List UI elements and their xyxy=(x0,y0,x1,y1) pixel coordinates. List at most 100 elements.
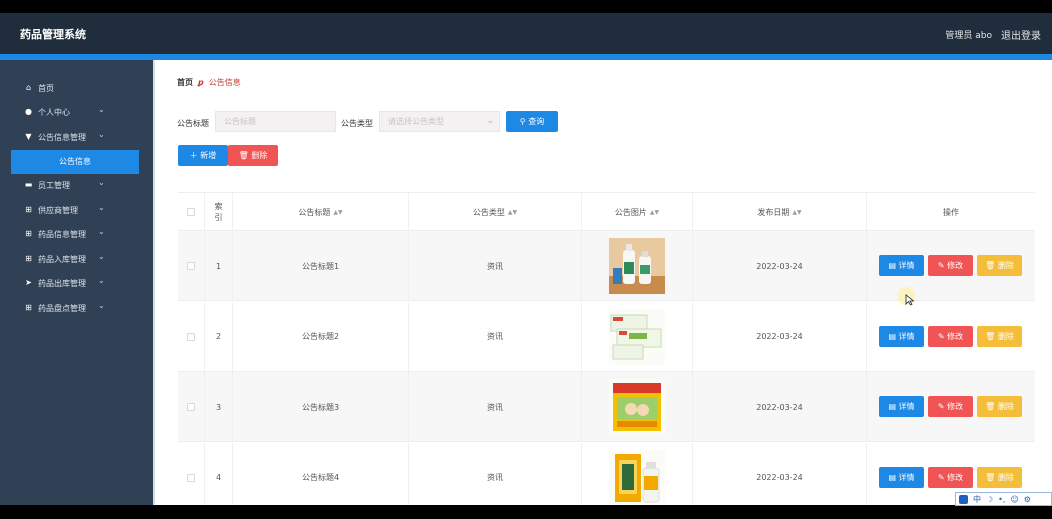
sidebar-item[interactable]: ⊞ 药品信息管理 ⌄ xyxy=(0,223,153,245)
row-title: 公告标题1 xyxy=(233,231,409,301)
edit-button[interactable]: ✎ 修改 xyxy=(928,255,973,276)
sort-icon: ▲▼ xyxy=(507,208,518,216)
detail-button[interactable]: ▤ 详情 xyxy=(879,466,924,488)
row-image-cell xyxy=(582,231,693,301)
sidebar-item-label: 个人中心 xyxy=(38,108,70,117)
sidebar-item[interactable]: ▬ 员工管理 ⌄ xyxy=(0,174,153,196)
notice-image[interactable] xyxy=(609,308,665,365)
emoji-icon[interactable]: ☺ xyxy=(1010,495,1018,504)
row-image-cell xyxy=(582,372,693,442)
staff-icon: ▬ xyxy=(24,180,33,189)
table-row[interactable]: 4 公告标题4 资讯 2022-03-24 ▤ 详情 ✎ 修改 🗑 删除 xyxy=(178,442,1035,505)
settings-icon[interactable]: ⚙ xyxy=(1024,495,1031,504)
add-button-label: 新增 xyxy=(200,151,217,160)
col-date[interactable]: 发布日期 ▲▼ xyxy=(693,193,867,231)
sidebar-item[interactable]: ▼ 公告信息管理 ⌄ xyxy=(0,126,153,148)
document-icon: ▤ xyxy=(888,331,899,341)
col-title[interactable]: 公告标题 ▲▼ xyxy=(233,193,409,231)
row-checkbox[interactable] xyxy=(187,473,195,482)
row-delete-button[interactable]: 🗑 删除 xyxy=(977,396,1022,417)
row-actions: ▤ 详情 ✎ 修改 🗑 删除 xyxy=(867,231,1035,301)
col-title-label: 公告标题 xyxy=(298,207,331,217)
chevron-down-icon: ⌄ xyxy=(98,227,105,236)
row-delete-label: 删除 xyxy=(997,402,1014,411)
sidebar-item[interactable]: ⊞ 供应商管理 ⌄ xyxy=(0,199,153,221)
ime-logo-icon xyxy=(959,494,968,504)
table-row[interactable]: 3 公告标题3 资讯 2022-03-24 ▤ 详情 ✎ 修改 🗑 删除 xyxy=(178,372,1035,442)
breadcrumb-current: 公告信息 xyxy=(208,78,241,87)
ime-language[interactable]: 中 xyxy=(973,494,981,505)
batch-delete-label: 删除 xyxy=(251,151,268,160)
sidebar-item-label: 药品出库管理 xyxy=(38,279,86,288)
chevron-down-icon: ⌄ xyxy=(98,252,105,261)
row-checkbox[interactable] xyxy=(187,332,195,341)
logout-button[interactable]: 退出登录 xyxy=(1001,27,1041,42)
row-type: 资讯 xyxy=(409,301,582,372)
title-filter-input[interactable]: 公告标题 xyxy=(215,111,336,132)
punctuation-icon[interactable]: •, xyxy=(998,495,1005,504)
row-date: 2022-03-24 xyxy=(693,372,867,442)
mouse-cursor-icon xyxy=(905,294,915,306)
detail-button[interactable]: ▤ 详情 xyxy=(879,255,924,276)
col-type[interactable]: 公告类型 ▲▼ xyxy=(409,193,582,231)
row-delete-button[interactable]: 🗑 删除 xyxy=(977,466,1022,488)
row-checkbox[interactable] xyxy=(187,262,195,270)
grid-icon: ⊞ xyxy=(25,254,32,263)
trash-icon: 🗑 xyxy=(238,151,249,160)
breadcrumb: 首页 ꝑ 公告信息 xyxy=(177,77,241,88)
col-image[interactable]: 公告图片 ▲▼ xyxy=(582,193,693,231)
col-index-label: 索引 xyxy=(214,202,223,222)
edit-button[interactable]: ✎ 修改 xyxy=(928,466,973,488)
sort-icon: ▲▼ xyxy=(792,208,802,216)
sort-icon: ▲▼ xyxy=(333,208,343,216)
select-all-checkbox[interactable] xyxy=(187,208,195,216)
type-filter-select[interactable]: 请选择公告类型 ⌄ xyxy=(379,111,500,132)
sidebar-item[interactable]: ⊞ 药品盘点管理 ⌄ xyxy=(0,297,153,319)
row-title: 公告标题4 xyxy=(233,442,409,505)
row-actions: ▤ 详情 ✎ 修改 🗑 删除 xyxy=(867,302,1035,372)
chevron-down-icon: ⌄ xyxy=(98,301,105,310)
trash-icon: 🗑 xyxy=(985,331,998,341)
row-image-cell xyxy=(582,301,693,372)
detail-button[interactable]: ▤ 详情 xyxy=(879,325,924,347)
sidebar-item-label: 药品盘点管理 xyxy=(38,304,86,313)
detail-button[interactable]: ▤ 详情 xyxy=(879,396,924,417)
trash-icon: 🗑 xyxy=(985,261,998,270)
trash-icon: 🗑 xyxy=(985,402,998,411)
edit-button-label: 修改 xyxy=(947,472,964,482)
row-checkbox[interactable] xyxy=(187,403,195,411)
detail-button-label: 详情 xyxy=(898,331,915,341)
col-index[interactable]: 索引 xyxy=(205,193,233,231)
row-delete-label: 删除 xyxy=(997,472,1014,482)
ime-toolbar[interactable]: 中 ☽ •, ☺ ⚙ xyxy=(955,492,1052,506)
sidebar-item[interactable]: ⊞ 药品入库管理 ⌄ xyxy=(0,248,153,270)
type-filter-label: 公告类型 xyxy=(341,119,373,128)
top-bar: 药品管理系统 管理员 abo 退出登录 xyxy=(0,13,1052,54)
row-delete-button[interactable]: 🗑 删除 xyxy=(977,325,1022,347)
batch-delete-button[interactable]: 🗑 删除 xyxy=(228,145,278,166)
sort-icon: ▲▼ xyxy=(649,208,660,216)
row-type: 资讯 xyxy=(409,372,582,442)
sidebar-item-label: 药品入库管理 xyxy=(38,255,86,264)
edit-button[interactable]: ✎ 修改 xyxy=(928,325,973,347)
row-index: 3 xyxy=(205,372,233,442)
search-button[interactable]: ⚲ 查询 xyxy=(506,111,558,132)
notice-image[interactable] xyxy=(609,449,665,505)
notice-image[interactable] xyxy=(609,238,665,294)
user-icon: ● xyxy=(25,107,32,116)
col-ops: 操作 xyxy=(867,193,1035,231)
breadcrumb-home[interactable]: 首页 xyxy=(177,78,193,87)
table-row[interactable]: 2 公告标题2 资讯 2022-03-24 ▤ 详情 ✎ 修改 🗑 删除 xyxy=(178,301,1035,372)
row-type: 资讯 xyxy=(409,231,582,301)
notice-image[interactable] xyxy=(609,379,665,435)
sidebar-item[interactable]: ⌂ 首页 xyxy=(0,77,153,99)
row-delete-button[interactable]: 🗑 删除 xyxy=(977,255,1022,276)
edit-button[interactable]: ✎ 修改 xyxy=(928,396,973,417)
add-button[interactable]: ＋ 新增 xyxy=(178,145,228,166)
moon-icon[interactable]: ☽ xyxy=(986,495,993,504)
sidebar-item[interactable]: ● 个人中心 ⌄ xyxy=(0,101,153,123)
notice-table: 索引 公告标题 ▲▼ 公告类型 ▲▼ 公告图片 ▲▼ 发布日期 ▲▼ 操作 1 公告标 xyxy=(178,192,1035,505)
sidebar-subitem-notice[interactable]: 公告信息 xyxy=(11,150,139,174)
sidebar-item[interactable]: ➤ 药品出库管理 ⌄ xyxy=(0,272,153,294)
document-icon: ▤ xyxy=(888,261,899,270)
